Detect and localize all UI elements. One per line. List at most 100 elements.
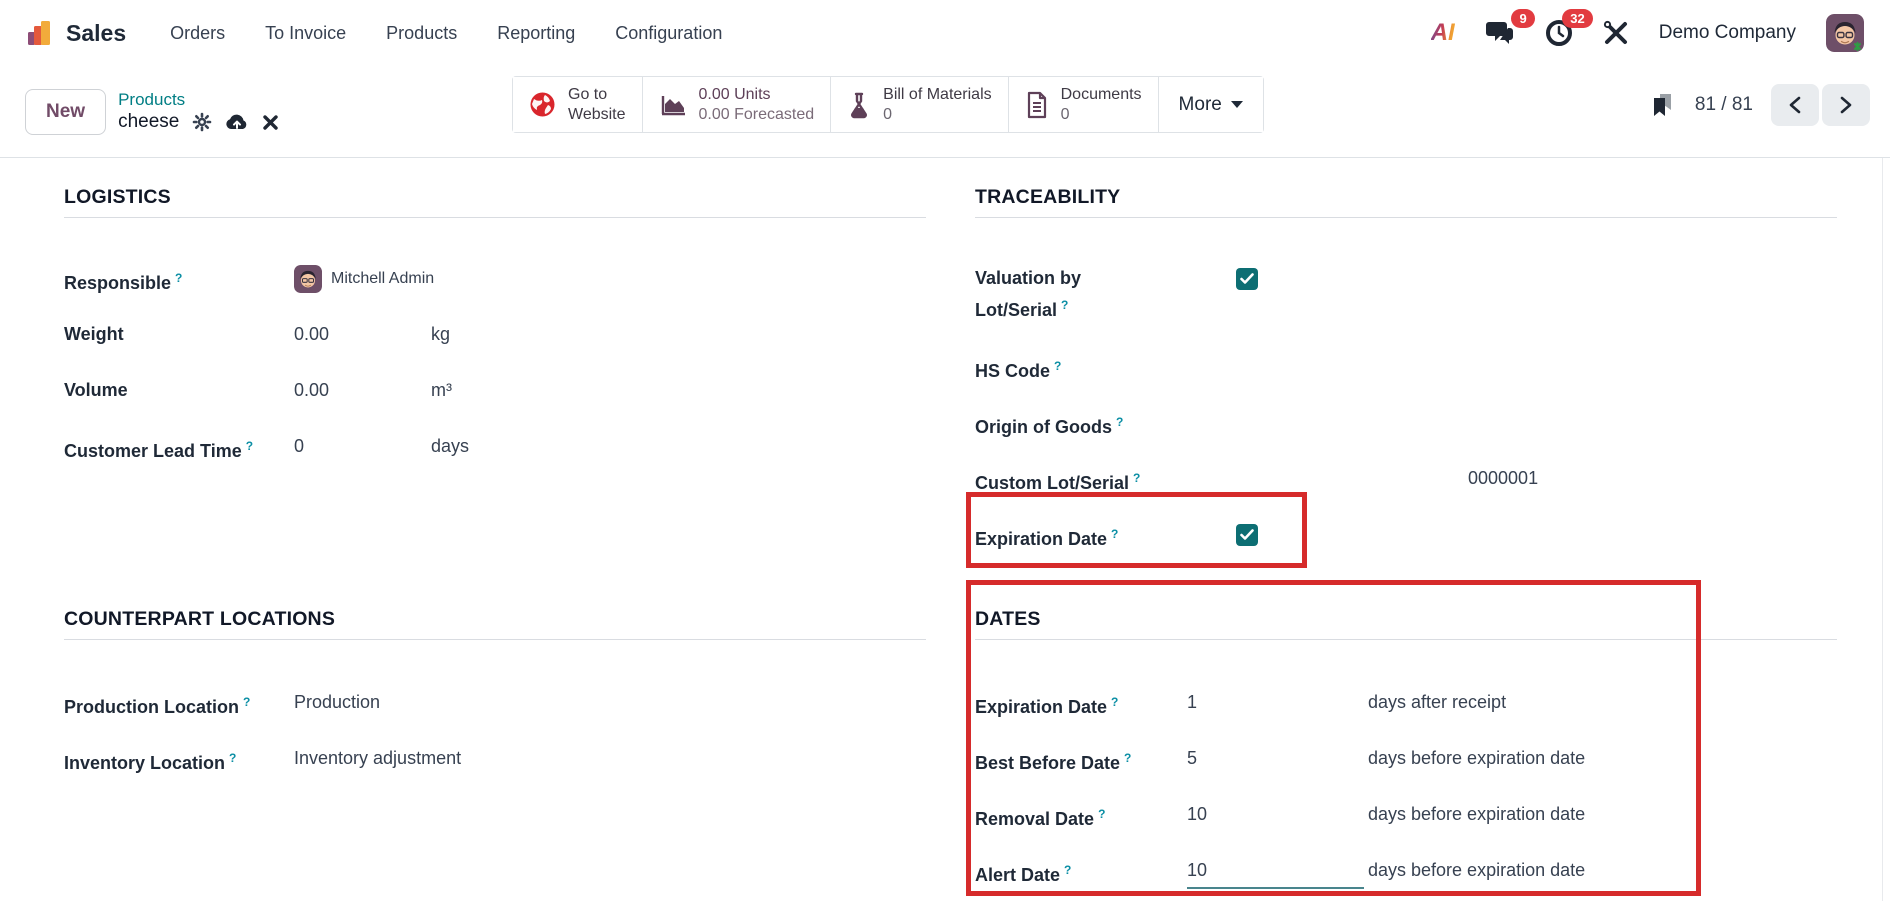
section-logistics: LOGISTICS Responsible? [64,186,926,489]
company-switcher[interactable]: Demo Company [1659,22,1796,44]
main-menu: Orders To Invoice Products Reporting Con… [170,23,722,44]
expiration-date-checkbox[interactable] [1236,524,1258,546]
alert-unit: days before expiration date [1368,857,1585,884]
field-row-hs-code: HS Code? [975,353,1837,409]
help-icon[interactable]: ? [229,751,236,765]
expiration-time-unit: days after receipt [1368,689,1506,716]
activities-icon[interactable]: 32 [1545,19,1573,47]
custom-lot-serial-field[interactable]: 0000001 [1468,465,1538,492]
more-dropdown-button[interactable]: More [1159,77,1263,132]
breadcrumb: Products cheese [118,90,279,133]
weight-unit: kg [431,321,450,348]
help-icon[interactable]: ? [1064,863,1071,877]
breadcrumb-products-link[interactable]: Products [118,90,279,110]
removal-label: Removal Date? [975,801,1187,833]
help-icon[interactable]: ? [1124,751,1131,765]
help-icon[interactable]: ? [175,271,182,285]
responsible-field[interactable]: Mitchell Admin [294,265,434,293]
go-to-website-button[interactable]: Go to Website [513,77,643,132]
field-row-best-before-time: Best Before Date? 5 days before expirati… [975,745,1837,801]
weight-field[interactable]: 0.00 [294,321,431,348]
menu-products[interactable]: Products [386,23,457,44]
globe-icon [529,91,556,118]
app-brand[interactable]: Sales [26,19,126,47]
help-icon[interactable]: ? [1111,527,1118,541]
alert-field-wrapper: 10 [1187,857,1368,889]
sheet-right-edge [1882,158,1883,901]
responsible-avatar [294,265,322,293]
help-icon[interactable]: ? [1061,298,1068,312]
help-icon[interactable]: ? [1054,359,1061,373]
stat-website-line1: Go to [568,85,626,105]
customer-lead-time-label: Customer Lead Time? [64,433,294,465]
activities-badge: 32 [1562,9,1592,28]
section-dates: DATES Expiration Date? 1 days after rece… [975,608,1837,901]
navbar-right: AI 9 32 Demo Company [1431,14,1864,52]
bill-of-materials-button[interactable]: Bill of Materials 0 [831,77,1008,132]
volume-field[interactable]: 0.00 [294,377,431,404]
pager-next-button[interactable] [1822,84,1870,126]
inventory-location-label: Inventory Location? [64,745,294,777]
ai-icon[interactable]: AI [1431,19,1455,47]
responsible-value: Mitchell Admin [331,270,434,288]
field-row-customer-lead-time: Customer Lead Time? 0 days [64,433,926,489]
user-avatar[interactable] [1826,14,1864,52]
stat-documents-line2: 0 [1061,105,1142,125]
chevron-down-icon [1231,101,1243,108]
custom-lot-serial-label: Custom Lot/Serial? [975,465,1236,497]
units-forecasted-button[interactable]: 0.00 Units 0.00 Forecasted [643,77,832,132]
expiration-time-field[interactable]: 1 [1187,689,1368,716]
more-label: More [1179,94,1222,116]
section-title-dates: DATES [975,608,1837,640]
pager-counter: 81 / 81 [1695,94,1753,116]
production-location-field[interactable]: Production [294,689,594,716]
product-form-sheet: LOGISTICS Responsible? [0,158,1890,901]
field-row-origin-of-goods: Origin of Goods? [975,409,1837,465]
documents-button[interactable]: Documents 0 [1009,77,1159,132]
help-icon[interactable]: ? [246,439,253,453]
settings-gear-icon[interactable] [192,112,212,132]
field-row-inventory-location: Inventory Location? Inventory adjustment [64,745,926,801]
messages-badge: 9 [1511,9,1534,28]
customer-lead-time-field[interactable]: 0 [294,433,431,460]
responsible-label: Responsible? [64,265,294,297]
valuation-label: Valuation by Lot/Serial? [975,265,1135,324]
avatar-image [1826,14,1864,52]
pager-previous-button[interactable] [1771,84,1819,126]
section-counterpart-locations: COUNTERPART LOCATIONS Production Locatio… [64,608,926,801]
save-cloud-icon[interactable] [225,112,249,132]
inventory-location-field[interactable]: Inventory adjustment [294,745,594,772]
flask-icon [847,91,871,119]
alert-field-input[interactable]: 10 [1187,857,1364,889]
field-row-removal-time: Removal Date? 10 days before expiration … [975,801,1837,857]
best-before-field[interactable]: 5 [1187,745,1368,772]
valuation-checkbox[interactable] [1236,268,1258,290]
removal-field[interactable]: 10 [1187,801,1368,828]
field-row-custom-lot-serial: Custom Lot/Serial? 0000001 [975,465,1837,521]
area-chart-icon [659,92,687,118]
help-icon[interactable]: ? [1116,415,1123,429]
menu-configuration[interactable]: Configuration [615,23,722,44]
menu-reporting[interactable]: Reporting [497,23,575,44]
discard-x-icon[interactable] [262,114,279,131]
weight-label: Weight [64,321,294,348]
help-icon[interactable]: ? [1111,695,1118,709]
field-row-responsible: Responsible? Mitchell Admin [64,265,926,321]
chevron-left-icon [1788,96,1802,114]
help-icon[interactable]: ? [1133,471,1140,485]
menu-to-invoice[interactable]: To Invoice [265,23,346,44]
menu-orders[interactable]: Orders [170,23,225,44]
bookmark-icon[interactable] [1647,90,1677,120]
app-name: Sales [66,20,126,47]
help-icon[interactable]: ? [1098,807,1105,821]
breadcrumb-current-record: cheese [118,111,179,133]
chevron-right-icon [1839,96,1853,114]
developer-tools-icon[interactable] [1603,20,1629,46]
field-row-production-location: Production Location? Production [64,689,926,745]
help-icon[interactable]: ? [243,695,250,709]
document-icon [1025,91,1049,119]
new-button[interactable]: New [25,89,106,135]
field-row-alert-time: Alert Date? 10 days before expiration da… [975,857,1837,901]
messages-icon[interactable]: 9 [1485,19,1515,47]
section-title-traceability: TRACEABILITY [975,186,1837,218]
